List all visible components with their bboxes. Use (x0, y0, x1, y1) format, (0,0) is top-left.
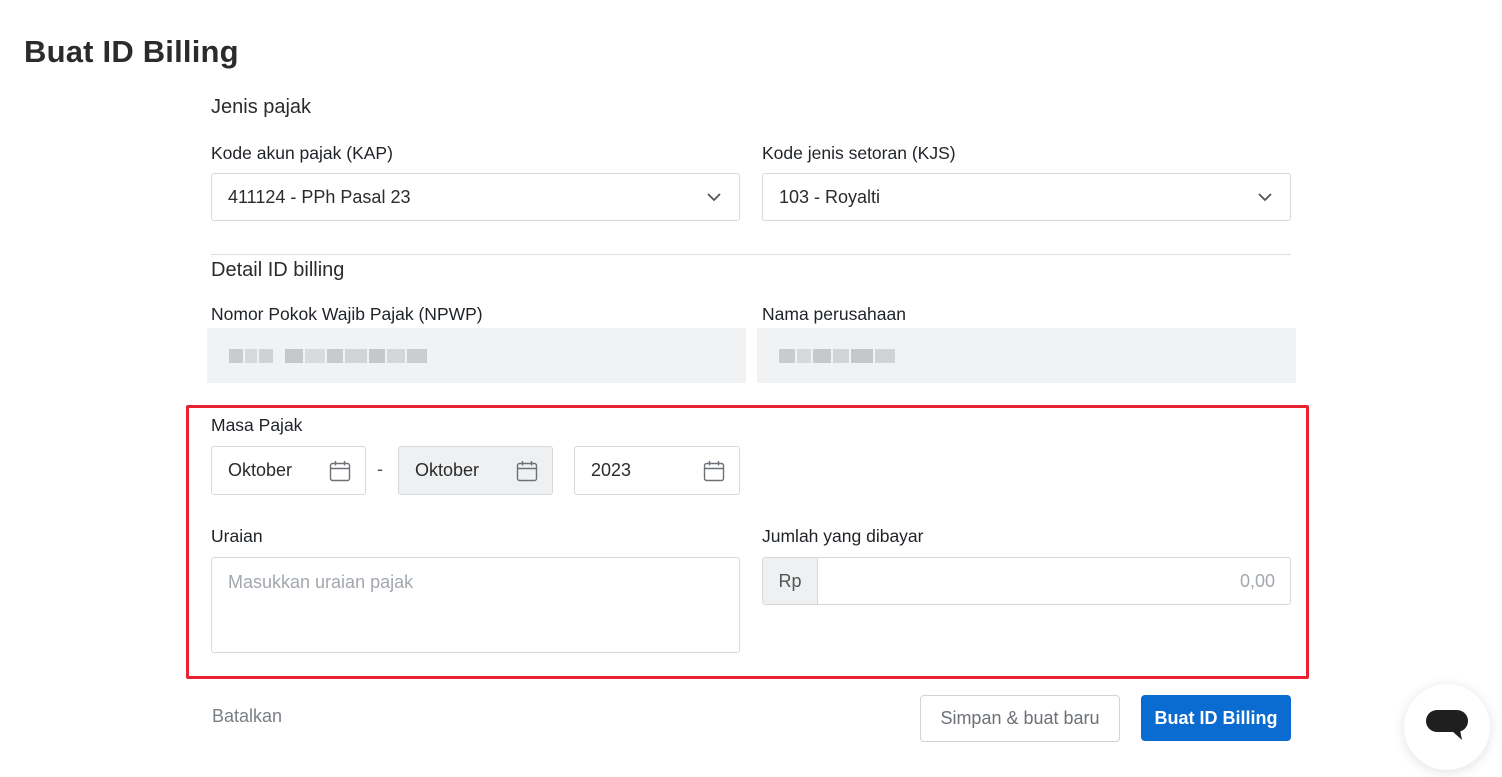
jumlah-input[interactable]: Rp 0,00 (762, 557, 1291, 605)
kjs-label: Kode jenis setoran (KJS) (762, 143, 956, 163)
chevron-down-icon (1258, 190, 1272, 204)
masa-pajak-to-picker: Oktober (398, 446, 553, 495)
jumlah-label: Jumlah yang dibayar (762, 526, 924, 546)
calendar-icon (703, 460, 725, 482)
chevron-down-icon (707, 190, 721, 204)
chat-icon (1424, 708, 1470, 747)
create-billing-button[interactable]: Buat ID Billing (1141, 695, 1291, 741)
date-range-separator: - (377, 459, 383, 479)
masa-pajak-to-value: Oktober (415, 460, 480, 480)
uraian-textarea[interactable]: Masukkan uraian pajak (211, 557, 740, 653)
calendar-icon (329, 460, 351, 482)
kap-label: Kode akun pajak (KAP) (211, 143, 393, 163)
masa-pajak-label: Masa Pajak (211, 415, 303, 435)
masa-pajak-from-picker[interactable]: Oktober (211, 446, 366, 495)
npwp-redacted-value (229, 349, 427, 363)
jumlah-value: 0,00 (1239, 570, 1275, 591)
nama-redacted-value (779, 349, 895, 363)
cancel-button[interactable]: Batalkan (212, 706, 282, 727)
kjs-value: 103 - Royalti (779, 186, 881, 207)
calendar-icon (516, 460, 538, 482)
save-and-new-button[interactable]: Simpan & buat baru (920, 695, 1120, 742)
chat-button[interactable] (1404, 684, 1490, 770)
nama-perusahaan-label: Nama perusahaan (762, 304, 906, 324)
masa-pajak-year-value: 2023 (591, 460, 632, 480)
nama-perusahaan-field-masked (757, 328, 1296, 383)
section-title-detail: Detail ID billing (211, 259, 345, 281)
section-title-jenis-pajak: Jenis pajak (211, 96, 312, 118)
npwp-label: Nomor Pokok Wajib Pajak (NPWP) (211, 304, 483, 324)
section-divider (211, 254, 1291, 255)
kap-select[interactable]: 411124 - PPh Pasal 23 (211, 173, 740, 221)
currency-prefix: Rp (763, 558, 818, 604)
masa-pajak-from-value: Oktober (228, 460, 293, 480)
kjs-select[interactable]: 103 - Royalti (762, 173, 1291, 221)
npwp-field-masked (207, 328, 746, 383)
uraian-label: Uraian (211, 526, 263, 546)
page-title: Buat ID Billing (24, 34, 239, 69)
kap-value: 411124 - PPh Pasal 23 (228, 186, 411, 207)
masa-pajak-year-picker[interactable]: 2023 (574, 446, 740, 495)
